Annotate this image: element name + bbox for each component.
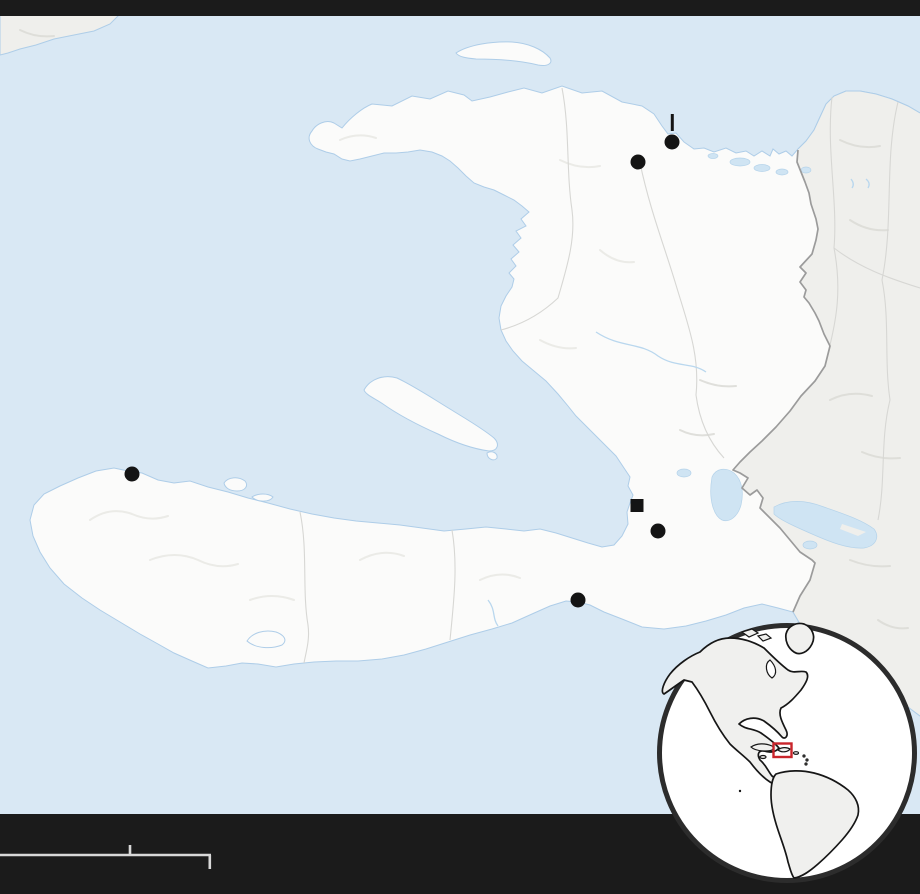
map-marker-square: [630, 499, 644, 512]
globe-antilles-3: [804, 762, 808, 766]
globe-hispaniola: [777, 747, 791, 753]
map-marker-dot-1: [630, 154, 646, 170]
map-canvas: [0, 0, 920, 894]
map-marker-dot-4: [650, 523, 666, 539]
map-marker-dot-2: [664, 134, 680, 150]
globe-jamaica: [759, 754, 767, 760]
globe-inset: [657, 622, 917, 883]
haiti-locator-map: [0, 0, 920, 894]
map-marker-dot-3: [124, 466, 140, 482]
globe-galapagos-dot: [738, 789, 742, 793]
globe-antilles-1: [802, 754, 806, 758]
globe-antilles-2: [805, 758, 809, 762]
globe-puerto-rico: [792, 751, 800, 755]
map-marker-dot-5: [570, 592, 586, 608]
grande-cayemite-island: [223, 477, 248, 492]
lake-azuei: [710, 468, 743, 522]
trou-caiman-lake: [676, 468, 692, 478]
globe-greenland: [784, 622, 815, 655]
top-letterbox-bar: [0, 0, 920, 16]
